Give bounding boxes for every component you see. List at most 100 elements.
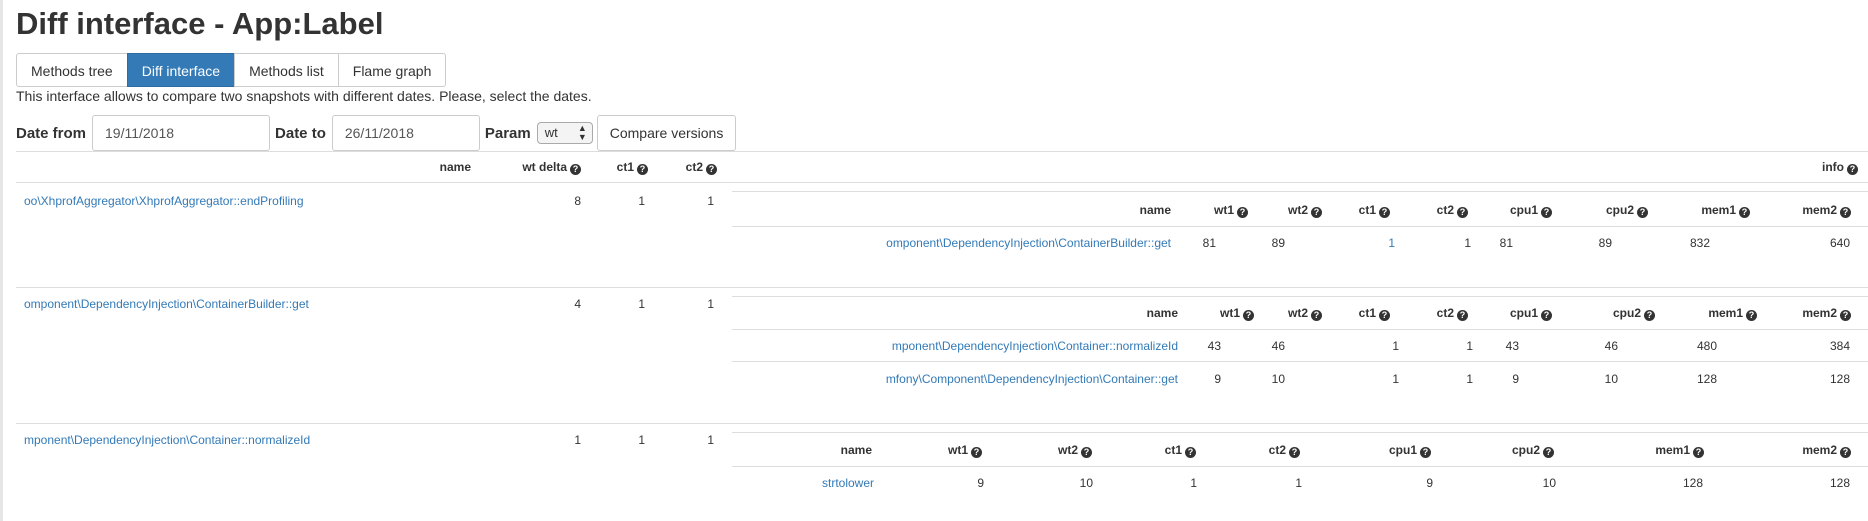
question-circle-icon[interactable]: ? [1379, 310, 1390, 321]
view-tabs: Methods tree Diff interface Methods list… [16, 53, 447, 87]
question-circle-icon[interactable]: ? [1289, 447, 1300, 458]
table-row-3-ct1: 1 [638, 433, 645, 447]
compare-versions-button[interactable]: Compare versions [596, 115, 737, 151]
date-to-input[interactable]: 26/11/2018 [331, 115, 480, 151]
question-circle-icon[interactable]: ? [1541, 310, 1552, 321]
question-circle-icon[interactable]: ? [1379, 207, 1390, 218]
question-circle-icon[interactable]: ? [1457, 207, 1468, 218]
subtable-3-header-wt2: wt2? [1058, 443, 1092, 458]
question-circle-icon[interactable]: ? [971, 447, 982, 458]
main-header-info: info? [1822, 160, 1858, 175]
question-circle-icon[interactable]: ? [1237, 207, 1248, 218]
question-circle-icon[interactable]: ? [1457, 310, 1468, 321]
subtable-2-row-1-ct1: 1 [1392, 339, 1399, 353]
table-row-1-name[interactable]: oo\XhprofAggregator\XhprofAggregator::en… [24, 194, 304, 208]
question-circle-icon[interactable]: ? [1637, 207, 1648, 218]
question-circle-icon[interactable]: ? [1847, 164, 1858, 175]
subtable-1-header-wt2: wt2? [1288, 203, 1322, 218]
question-circle-icon[interactable]: ? [1311, 207, 1322, 218]
question-circle-icon[interactable]: ? [570, 164, 581, 175]
subtable-3-row-1-mem1: 128 [1682, 476, 1703, 490]
subtable-2-row-2-ct2: 1 [1466, 372, 1473, 386]
table-row-2-wt-delta: 4 [574, 297, 581, 311]
subtable-2-row-2-wt2: 10 [1271, 372, 1285, 386]
subtable-2-row-2-name[interactable]: mfony\Component\DependencyInjection\Cont… [886, 372, 1178, 386]
subtable-3-header-cpu1: cpu1? [1389, 443, 1431, 458]
subtable-1-row-1-ct1[interactable]: 1 [1388, 236, 1395, 250]
subtable-1-row-1-cpu1: 81 [1499, 236, 1513, 250]
subtable-2-row-1-cpu1: 43 [1505, 339, 1519, 353]
date-to-label: Date to [275, 124, 326, 142]
subtable-1-row-1-name[interactable]: omponent\DependencyInjection\ContainerBu… [886, 236, 1171, 250]
table-row-3-ct2: 1 [707, 433, 714, 447]
tab-methods-list[interactable]: Methods list [234, 53, 339, 87]
table-top-divider [16, 151, 1868, 152]
subtable-2-header-cpu2: cpu2? [1613, 306, 1655, 321]
question-circle-icon[interactable]: ? [1746, 310, 1757, 321]
subtable-3-header-wt1: wt1? [948, 443, 982, 458]
subtable-2-row-1-wt2: 46 [1271, 339, 1285, 353]
subtable-2-header-mem2: mem2? [1802, 306, 1851, 321]
question-circle-icon[interactable]: ? [1840, 447, 1851, 458]
question-circle-icon[interactable]: ? [706, 164, 717, 175]
question-circle-icon[interactable]: ? [637, 164, 648, 175]
tab-methods-tree[interactable]: Methods tree [16, 53, 128, 87]
question-circle-icon[interactable]: ? [1840, 310, 1851, 321]
subtable-1-row-1-mem2: 640 [1829, 236, 1850, 250]
subtable-2-row-2-ct1: 1 [1392, 372, 1399, 386]
subtable-1-row-1-cpu2: 89 [1598, 236, 1612, 250]
subtable-3-header-cpu2: cpu2? [1512, 443, 1554, 458]
tab-diff-interface[interactable]: Diff interface [126, 53, 236, 87]
question-circle-icon[interactable]: ? [1420, 447, 1431, 458]
question-circle-icon[interactable]: ? [1311, 310, 1322, 321]
subtable-2-row-1-mem2: 384 [1829, 339, 1850, 353]
subtable-3-row-1-name[interactable]: strtolower [822, 476, 874, 490]
question-circle-icon[interactable]: ? [1243, 310, 1254, 321]
question-circle-icon[interactable]: ? [1081, 447, 1092, 458]
subtable-3-row-1-cpu2: 10 [1542, 476, 1556, 490]
table-row-1-wt-delta: 8 [574, 194, 581, 208]
main-header-ct1: ct1? [617, 160, 648, 175]
subtable-1-header-mem1: mem1? [1701, 203, 1750, 218]
subtable-2-row-1-cpu2: 46 [1604, 339, 1618, 353]
param-select-value: wt [544, 125, 558, 140]
page-title: Diff interface - App:Label [16, 6, 384, 41]
table-row-2-name[interactable]: omponent\DependencyInjection\ContainerBu… [24, 297, 309, 311]
subtable-1-header-divider [732, 226, 1868, 227]
question-circle-icon[interactable]: ? [1693, 447, 1704, 458]
subtable-3-header-mem2: mem2? [1802, 443, 1851, 458]
tab-flame-graph[interactable]: Flame graph [337, 53, 447, 87]
table-row-3-name[interactable]: mponent\DependencyInjection\Container::n… [24, 433, 310, 447]
subtable-2-header-name: name [1146, 306, 1178, 320]
subtable-2-row-1-name[interactable]: mponent\DependencyInjection\Container::n… [892, 339, 1178, 353]
subtable-1-header-ct2: ct2? [1437, 203, 1468, 218]
subtable-2-row-2-wt1: 9 [1214, 372, 1221, 386]
subtable-2-row-2-mem1: 128 [1696, 372, 1717, 386]
date-form: Date from 19/11/2018 Date to 26/11/2018 … [16, 115, 737, 151]
question-circle-icon[interactable]: ? [1541, 207, 1552, 218]
subtable-3-header-divider [732, 466, 1868, 467]
row-divider-1 [16, 287, 1868, 288]
question-circle-icon[interactable]: ? [1739, 207, 1750, 218]
subtable-3-row-1-ct1: 1 [1190, 476, 1197, 490]
table-row-3-wt-delta: 1 [574, 433, 581, 447]
subtable-3-row-1-ct2: 1 [1295, 476, 1302, 490]
date-from-label: Date from [16, 124, 87, 142]
subtable-2-header-cpu1: cpu1? [1510, 306, 1552, 321]
subtable-2-header-divider [732, 329, 1868, 330]
subtable-3-row-1-mem2: 128 [1829, 476, 1850, 490]
subtable-2-header-wt1: wt1? [1220, 306, 1254, 321]
subtable-3-header-name: name [840, 443, 872, 457]
select-arrows-icon: ▲ ▼ [577, 123, 587, 142]
subtable-2-header-mem1: mem1? [1708, 306, 1757, 321]
question-circle-icon[interactable]: ? [1185, 447, 1196, 458]
question-circle-icon[interactable]: ? [1840, 207, 1851, 218]
table-row-2-ct2: 1 [707, 297, 714, 311]
subtable-2-row-1-ct2: 1 [1466, 339, 1473, 353]
param-select[interactable]: wt ▲ ▼ [536, 122, 593, 144]
date-from-input[interactable]: 19/11/2018 [92, 115, 271, 151]
subtable-3-header-ct1: ct1? [1165, 443, 1196, 458]
table-row-1-ct2: 1 [707, 194, 714, 208]
question-circle-icon[interactable]: ? [1644, 310, 1655, 321]
question-circle-icon[interactable]: ? [1543, 447, 1554, 458]
